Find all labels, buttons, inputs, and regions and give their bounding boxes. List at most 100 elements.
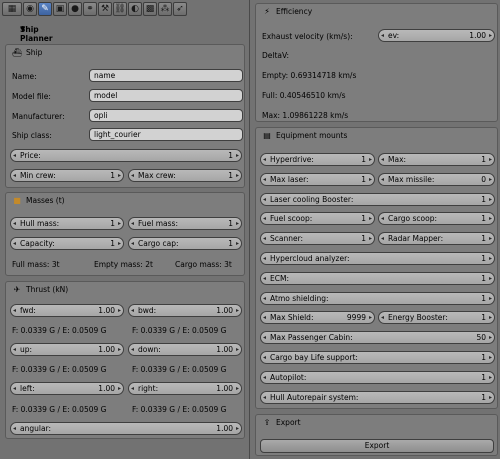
increment-arrow-icon[interactable]: ▸ — [489, 253, 492, 264]
left-thrust-field[interactable]: ◂ left: 1.00 ▸ — [10, 382, 124, 395]
increment-arrow-icon[interactable]: ▸ — [118, 170, 121, 181]
cargo-cap-field[interactable]: ◂ Cargo cap: 1 ▸ — [128, 237, 242, 250]
increment-arrow-icon[interactable]: ▸ — [369, 312, 372, 323]
increment-arrow-icon[interactable]: ▸ — [118, 305, 121, 316]
equipment-panel-header[interactable]: ▤ Equipment mounts — [262, 131, 347, 140]
render-icon[interactable]: ◉ — [23, 2, 37, 16]
increment-arrow-icon[interactable]: ▸ — [489, 352, 492, 363]
increment-arrow-icon[interactable]: ▸ — [236, 218, 239, 229]
fwd-thrust-field[interactable]: ◂ fwd: 1.00 ▸ — [10, 304, 124, 317]
manufacturer-field[interactable]: opli — [89, 109, 243, 122]
particles-icon[interactable]: ⁂ — [158, 2, 172, 16]
decrement-arrow-icon[interactable]: ◂ — [263, 233, 266, 244]
decrement-arrow-icon[interactable]: ◂ — [381, 312, 384, 323]
equipment-field[interactable]: ◂ Max laser: 1 ▸ — [260, 173, 375, 186]
decrement-arrow-icon[interactable]: ◂ — [263, 392, 266, 403]
increment-arrow-icon[interactable]: ▸ — [489, 392, 492, 403]
increment-arrow-icon[interactable]: ▸ — [236, 383, 239, 394]
decrement-arrow-icon[interactable]: ◂ — [263, 253, 266, 264]
equipment-field[interactable]: ◂ Max missile: 0 ▸ — [378, 173, 495, 186]
equipment-field[interactable]: ◂ Max Shield: 9999 ▸ — [260, 311, 375, 324]
decrement-arrow-icon[interactable]: ◂ — [13, 383, 16, 394]
increment-arrow-icon[interactable]: ▸ — [489, 332, 492, 343]
increment-arrow-icon[interactable]: ▸ — [489, 174, 492, 185]
decrement-arrow-icon[interactable]: ◂ — [381, 233, 384, 244]
equipment-field[interactable]: ◂ Atmo shielding: 1 ▸ — [260, 292, 495, 305]
equipment-field[interactable]: ◂ ECM: 1 ▸ — [260, 272, 495, 285]
decrement-arrow-icon[interactable]: ◂ — [263, 194, 266, 205]
decrement-arrow-icon[interactable]: ◂ — [13, 344, 16, 355]
link-icon[interactable]: ⚭ — [83, 2, 97, 16]
model-file-field[interactable]: model — [89, 89, 243, 102]
equipment-field[interactable]: ◂ Scanner: 1 ▸ — [260, 232, 375, 245]
price-field[interactable]: ◂ Price: 1 ▸ — [10, 149, 242, 162]
decrement-arrow-icon[interactable]: ◂ — [263, 154, 266, 165]
decrement-arrow-icon[interactable]: ◂ — [131, 238, 134, 249]
ev-field[interactable]: ◂ ev: 1.00 ▸ — [378, 29, 495, 42]
increment-arrow-icon[interactable]: ▸ — [489, 233, 492, 244]
equipment-field[interactable]: ◂ Hypercloud analyzer: 1 ▸ — [260, 252, 495, 265]
constraint-icon[interactable]: ⛓ — [113, 2, 127, 16]
equipment-field[interactable]: ◂ Radar Mapper: 1 ▸ — [378, 232, 495, 245]
equipment-field[interactable]: ◂ Energy Booster: 1 ▸ — [378, 311, 495, 324]
increment-arrow-icon[interactable]: ▸ — [489, 154, 492, 165]
increment-arrow-icon[interactable]: ▸ — [236, 305, 239, 316]
decrement-arrow-icon[interactable]: ◂ — [131, 170, 134, 181]
equipment-field[interactable]: ◂ Hull Autorepair system: 1 ▸ — [260, 391, 495, 404]
increment-arrow-icon[interactable]: ▸ — [236, 423, 239, 434]
equipment-field[interactable]: ◂ Fuel scoop: 1 ▸ — [260, 212, 375, 225]
texture-icon[interactable]: ▩ — [143, 2, 157, 16]
increment-arrow-icon[interactable]: ▸ — [118, 218, 121, 229]
equipment-field[interactable]: ◂ Cargo scoop: 1 ▸ — [378, 212, 495, 225]
decrement-arrow-icon[interactable]: ◂ — [263, 352, 266, 363]
export-button[interactable]: Export — [260, 439, 494, 453]
equipment-field[interactable]: ◂ Max Passenger Cabin: 50 ▸ — [260, 331, 495, 344]
decrement-arrow-icon[interactable]: ◂ — [381, 174, 384, 185]
decrement-arrow-icon[interactable]: ◂ — [131, 344, 134, 355]
decrement-arrow-icon[interactable]: ◂ — [13, 170, 16, 181]
bwd-thrust-field[interactable]: ◂ bwd: 1.00 ▸ — [128, 304, 242, 317]
material-icon[interactable]: ◐ — [128, 2, 142, 16]
up-thrust-field[interactable]: ◂ up: 1.00 ▸ — [10, 343, 124, 356]
equipment-field[interactable]: ◂ Max: 1 ▸ — [378, 153, 495, 166]
increment-arrow-icon[interactable]: ▸ — [369, 174, 372, 185]
fuel-mass-field[interactable]: ◂ Fuel mass: 1 ▸ — [128, 217, 242, 230]
angular-thrust-field[interactable]: ◂ angular: 1.00 ▸ — [10, 422, 242, 435]
increment-arrow-icon[interactable]: ▸ — [489, 273, 492, 284]
increment-arrow-icon[interactable]: ▸ — [489, 194, 492, 205]
decrement-arrow-icon[interactable]: ◂ — [13, 305, 16, 316]
down-thrust-field[interactable]: ◂ down: 1.00 ▸ — [128, 343, 242, 356]
thrust-panel-header[interactable]: ✈ Thrust (kN) — [12, 285, 69, 294]
increment-arrow-icon[interactable]: ▸ — [236, 150, 239, 161]
wrench-icon[interactable]: ⚒ — [98, 2, 112, 16]
ship-panel-header[interactable]: ⛴ Ship — [12, 48, 42, 57]
increment-arrow-icon[interactable]: ▸ — [489, 213, 492, 224]
increment-arrow-icon[interactable]: ▸ — [118, 238, 121, 249]
increment-arrow-icon[interactable]: ▸ — [489, 372, 492, 383]
physics-icon[interactable]: ➶ — [173, 2, 187, 16]
decrement-arrow-icon[interactable]: ◂ — [131, 218, 134, 229]
decrement-arrow-icon[interactable]: ◂ — [13, 238, 16, 249]
hull-mass-field[interactable]: ◂ Hull mass: 1 ▸ — [10, 217, 124, 230]
efficiency-panel-header[interactable]: ⚡ Efficiency — [262, 7, 312, 16]
min-crew-field[interactable]: ◂ Min crew: 1 ▸ — [10, 169, 124, 182]
masses-panel-header[interactable]: ■ Masses (t) — [12, 196, 64, 205]
view-icon[interactable]: ▦ — [2, 2, 22, 16]
increment-arrow-icon[interactable]: ▸ — [118, 383, 121, 394]
right-thrust-field[interactable]: ◂ right: 1.00 ▸ — [128, 382, 242, 395]
increment-arrow-icon[interactable]: ▸ — [489, 30, 492, 41]
increment-arrow-icon[interactable]: ▸ — [236, 170, 239, 181]
decrement-arrow-icon[interactable]: ◂ — [263, 312, 266, 323]
decrement-arrow-icon[interactable]: ◂ — [13, 150, 16, 161]
max-crew-field[interactable]: ◂ Max crew: 1 ▸ — [128, 169, 242, 182]
decrement-arrow-icon[interactable]: ◂ — [263, 332, 266, 343]
decrement-arrow-icon[interactable]: ◂ — [131, 305, 134, 316]
increment-arrow-icon[interactable]: ▸ — [369, 154, 372, 165]
increment-arrow-icon[interactable]: ▸ — [236, 344, 239, 355]
decrement-arrow-icon[interactable]: ◂ — [381, 154, 384, 165]
equipment-field[interactable]: ◂ Autopilot: 1 ▸ — [260, 371, 495, 384]
ship-class-field[interactable]: light_courier — [89, 128, 243, 141]
equipment-field[interactable]: ◂ Laser cooling Booster: 1 ▸ — [260, 193, 495, 206]
decrement-arrow-icon[interactable]: ◂ — [381, 213, 384, 224]
increment-arrow-icon[interactable]: ▸ — [118, 344, 121, 355]
